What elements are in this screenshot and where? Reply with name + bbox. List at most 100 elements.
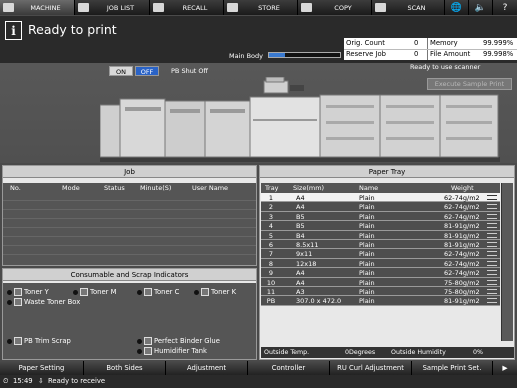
tray-number: 1 (268, 194, 274, 202)
paper-tray-scrollbar[interactable] (501, 183, 513, 341)
table-row[interactable] (3, 201, 256, 210)
tray-weight: 75-80g/m2 (444, 278, 480, 287)
pb-shut-off-toggle: ON OFF (109, 66, 159, 76)
table-row[interactable]: 2 A4 Plain 62-74g/m2 (261, 202, 500, 212)
humidifier-tank-indicator: Humidifier Tank (137, 347, 207, 355)
tab-scan[interactable]: SCAN (372, 0, 445, 15)
table-row[interactable]: 5 B4 Plain 81-91g/m2 (261, 230, 500, 240)
pb-trim-scrap-icon (14, 337, 22, 345)
table-row[interactable]: 7 9x11 Plain 62-74g/m2 (261, 249, 500, 259)
tray-size: A4 (296, 194, 305, 202)
status-dot-icon (7, 299, 12, 305)
tray-paper-name: Plain (359, 240, 375, 249)
info-icon[interactable]: i (5, 21, 22, 40)
adjustment-button[interactable]: Adjustment (166, 361, 248, 375)
tray-size: 12x18 (296, 259, 317, 268)
tray-size: B5 (296, 222, 305, 231)
outside-humidity-value: 0% (473, 349, 483, 356)
table-row[interactable] (3, 246, 256, 255)
volume-button[interactable]: 🔈 (469, 0, 493, 15)
tray-paper-name: Plain (359, 278, 375, 287)
tab-job-list[interactable]: JOB LIST (75, 0, 150, 15)
status-time: 15:49 (13, 377, 33, 385)
status-dot-icon (137, 338, 142, 344)
tab-store[interactable]: STORE (224, 0, 298, 15)
memory-label: Memory (430, 39, 458, 47)
status-dot-icon (137, 348, 142, 354)
paper-stack-icon (487, 279, 497, 285)
table-row[interactable] (3, 192, 256, 201)
help-button[interactable]: ? (493, 0, 517, 15)
pb-trim-scrap-indicator: PB Trim Scrap (7, 337, 71, 345)
table-row[interactable]: 8 12x18 Plain 62-74g/m2 (261, 258, 500, 269)
job-col-mode: Mode (62, 184, 80, 192)
help-icon: ? (502, 2, 508, 13)
tray-size: A4 (296, 278, 305, 287)
tray-number: 4 (268, 222, 274, 231)
table-row[interactable] (3, 237, 256, 246)
bottom-toolbar: Paper Setting Both Sides Adjustment Cont… (0, 361, 517, 375)
table-row[interactable] (3, 210, 256, 219)
consumables-panel-title: Consumable and Scrap Indicators (3, 269, 256, 281)
tray-number: 9 (268, 269, 274, 278)
recall-icon (153, 3, 164, 12)
table-row[interactable]: 6 8.5x11 Plain 81-91g/m2 (261, 239, 500, 250)
tray-col-tray: Tray (265, 184, 279, 192)
tray-paper-name: Plain (359, 250, 375, 259)
humidifier-tank-icon (144, 347, 152, 355)
tray-paper-name: Plain (359, 259, 375, 268)
pb-trim-scrap-label: PB Trim Scrap (24, 337, 71, 345)
job-col-user-name: User Name (192, 184, 229, 192)
humidifier-tank-label: Humidifier Tank (154, 347, 207, 355)
next-page-button[interactable]: ▶ (493, 361, 517, 375)
table-row[interactable]: 3 B5 Plain 62-74g/m2 (261, 211, 500, 222)
tray-weight: 62-74g/m2 (444, 203, 480, 212)
both-sides-button[interactable]: Both Sides (84, 361, 166, 375)
table-row[interactable] (3, 228, 256, 237)
paper-setting-button[interactable]: Paper Setting (0, 361, 84, 375)
table-row[interactable]: 1 A4 Plain 62-74g/m2 (261, 193, 500, 203)
main-body-gauge-fill (269, 53, 285, 57)
table-row[interactable]: PB 307.0 x 472.0 Plain 81-91g/m2 (261, 296, 500, 306)
on-button[interactable]: ON (109, 66, 133, 76)
job-list[interactable] (3, 192, 256, 265)
sample-print-set-button[interactable]: Sample Print Set. (412, 361, 493, 375)
tray-size: A4 (296, 269, 305, 278)
paper-stack-icon (487, 251, 497, 257)
tab-job-list-label: JOB LIST (106, 3, 135, 12)
copy-icon (301, 3, 312, 12)
table-row[interactable] (3, 219, 256, 228)
controller-button[interactable]: Controller (248, 361, 330, 375)
machine-panel: ON OFF PB Shut Off Ready to use scanner … (0, 63, 517, 163)
tab-recall[interactable]: RECALL (150, 0, 224, 15)
table-row[interactable]: 4 B5 Plain 81-91g/m2 (261, 221, 500, 231)
tray-number: PB (266, 297, 276, 306)
chevron-right-icon: ▶ (502, 364, 508, 372)
tab-copy[interactable]: COPY (298, 0, 372, 15)
clock-icon: ⏲ (3, 377, 9, 385)
table-row[interactable]: 11 A3 Plain 75-80g/m2 (261, 286, 500, 297)
outside-temp-value: 0Degrees (345, 349, 376, 356)
tray-size: B5 (296, 212, 305, 221)
tray-weight: 81-91g/m2 (444, 222, 480, 231)
reserve-job-label: Reserve Job (346, 50, 386, 58)
table-row[interactable]: 9 A4 Plain 62-74g/m2 (261, 268, 500, 278)
toner-c-icon (144, 288, 152, 296)
tray-size: 8.5x11 (296, 240, 319, 249)
toner-m-indicator: Toner M (73, 288, 116, 296)
language-button[interactable]: 🌐 (445, 0, 469, 15)
tray-col-weight: Weight (451, 184, 474, 192)
toner-y-icon (14, 288, 22, 296)
tray-size: 9x11 (296, 250, 313, 259)
tray-size: 307.0 x 472.0 (296, 297, 342, 306)
consumables-panel: Consumable and Scrap Indicators Toner Y … (2, 268, 257, 360)
tab-machine[interactable]: MACHINE (0, 0, 75, 15)
paper-tray-title: Paper Tray (260, 166, 514, 178)
tray-weight: 81-91g/m2 (444, 231, 480, 240)
paper-tray-list: 1 A4 Plain 62-74g/m2 2 A4 Plain 62-74g/m2 3 B5 Pla… (261, 193, 500, 306)
ru-curl-adjustment-button[interactable]: RU Curl Adjustment (330, 361, 412, 375)
status-dot-icon (73, 289, 78, 295)
off-button[interactable]: OFF (135, 66, 159, 76)
table-row[interactable]: 10 A4 Plain 75-80g/m2 (261, 277, 500, 287)
paper-stack-icon (487, 195, 497, 200)
